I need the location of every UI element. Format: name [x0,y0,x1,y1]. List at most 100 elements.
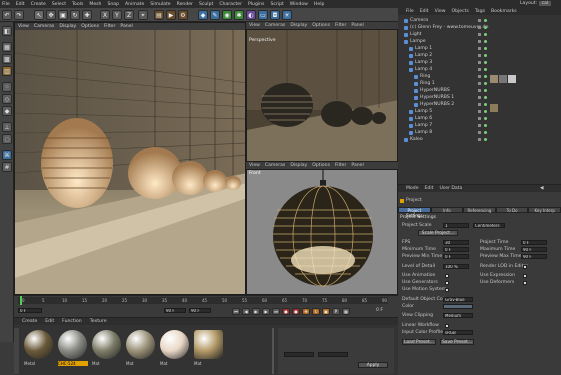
key-grid-icon[interactable]: ▦ [342,308,350,315]
front-menu-filter[interactable]: Filter [335,163,346,168]
object-row[interactable]: Light [398,31,561,38]
layout-dropdown[interactable]: cal [538,1,552,6]
material-ball[interactable] [92,330,121,359]
material-ball[interactable] [160,330,189,359]
front-menu-view[interactable]: View [249,163,260,168]
use-generators-checkbox[interactable] [445,281,449,285]
checker-tag-icon[interactable] [508,75,516,83]
menu-item-sculpt[interactable]: Sculpt [199,2,213,7]
menu-item-simulate[interactable]: Simulate [150,2,170,7]
om-tab-objects[interactable]: Objects [452,9,469,14]
visibility-toggle[interactable] [478,131,481,134]
menu-item-script[interactable]: Script [270,2,283,7]
front-menu-options[interactable]: Options [312,163,330,168]
load-preset-button[interactable]: Load Preset... [402,339,436,345]
z-axis-icon[interactable]: Z [124,10,134,20]
menu-item-render[interactable]: Render [177,2,193,7]
render-view-icon[interactable]: ▶ [166,10,176,20]
object-row[interactable]: Lamp 6 [398,115,561,122]
axis-icon[interactable]: ⊥ [2,122,12,132]
tweak-icon[interactable]: ◌ [2,134,12,144]
viewport-menu-panel[interactable]: Panel [120,24,132,29]
save-preset-button[interactable]: Save Preset... [440,339,474,345]
deformer-icon[interactable]: ◐ [246,10,256,20]
key-param-icon[interactable]: P [332,308,340,315]
om-tab-view[interactable]: View [435,9,446,14]
start-frame-field[interactable]: 0 F [18,308,42,313]
cube-icon[interactable]: ◆ [198,10,208,20]
visibility-toggle[interactable] [478,54,481,57]
use-motion-checkbox[interactable] [445,288,449,292]
enabled-check-icon[interactable] [484,75,487,78]
project-time-field[interactable]: 0 F [521,240,547,245]
min-time-field[interactable]: 0 F [443,247,469,252]
scale-icon[interactable]: ▣ [58,10,68,20]
visibility-toggle[interactable] [478,19,481,22]
object-row[interactable]: Lamp 8 [398,129,561,136]
go-to-end-icon[interactable]: ⏭ [272,308,280,315]
workplane-icon[interactable]: ▥ [2,66,12,76]
lod-field[interactable]: 100 % [443,264,469,269]
object-row[interactable]: Lampe [398,38,561,45]
perspective-menu-view[interactable]: View [249,23,260,28]
object-row[interactable]: Lamp 5 [398,108,561,115]
visibility-toggle[interactable] [478,82,481,85]
om-tab-file[interactable]: File [406,9,414,14]
menu-item-plugins[interactable]: Plugins [248,2,264,7]
om-tab-bookmarks[interactable]: Bookmarks [491,9,517,14]
enabled-check-icon[interactable] [484,54,487,57]
viewport-menu-display[interactable]: Display [59,24,76,29]
object-row[interactable]: (c) Glenn Frey - www.tomeuvre.de [398,24,561,31]
material-tag-icon[interactable] [490,75,498,83]
perspective-menu-cameras[interactable]: Cameras [265,23,285,28]
redo-icon[interactable]: ↷ [14,10,24,20]
enabled-check-icon[interactable] [484,138,487,141]
main-viewport[interactable]: View Cameras Display Options Filter Panel [14,22,246,295]
project-scale-field[interactable]: 1 [443,223,469,228]
enabled-check-icon[interactable] [484,124,487,127]
material-tab-texture[interactable]: Texture [90,319,107,324]
material-ball[interactable] [126,330,155,359]
model-mode-icon[interactable]: ▦ [2,42,12,52]
add-icon[interactable]: ✚ [82,10,92,20]
visibility-toggle[interactable] [478,103,481,106]
front-menu-display[interactable]: Display [290,163,307,168]
key-scale-icon[interactable]: ▣ [322,308,330,315]
attr-tab-user-data[interactable]: User Data [439,186,462,191]
enabled-check-icon[interactable] [484,40,487,43]
object-row[interactable]: Ring [398,73,561,80]
input-color-dropdown[interactable]: sRGB [443,330,473,335]
light-icon[interactable]: ☀ [282,10,292,20]
menu-item-help[interactable]: Help [314,2,324,7]
material-tab-edit[interactable]: Edit [45,319,54,324]
om-tab-tags[interactable]: Tags [475,9,485,14]
object-row[interactable]: Lamp 2 [398,52,561,59]
enabled-check-icon[interactable] [484,82,487,85]
visibility-toggle[interactable] [478,75,481,78]
menu-item-window[interactable]: Window [290,2,308,7]
playhead[interactable] [20,296,22,305]
move-icon[interactable]: ✥ [46,10,56,20]
use-expression-checkbox[interactable] [523,274,527,278]
attr-tab-edit[interactable]: Edit [425,186,434,191]
enabled-check-icon[interactable] [484,47,487,50]
fps-field[interactable]: 30 [443,240,469,245]
scale-project-button[interactable]: Scale Project... [418,230,458,236]
viewport-menu-cameras[interactable]: Cameras [34,24,54,29]
perspective-menu-panel[interactable]: Panel [351,23,363,28]
menu-item-snap[interactable]: Snap [107,2,119,7]
material-tab-function[interactable]: Function [62,319,82,324]
menu-item-mesh[interactable]: Mesh [89,2,101,7]
attr-subtab-info[interactable]: Info [430,207,464,213]
render-lod-checkbox[interactable] [523,265,527,269]
front-viewport[interactable]: Front [246,169,398,295]
record-icon[interactable]: ● [282,308,290,315]
preview-max-field[interactable]: 90 F [521,254,547,259]
go-to-start-icon[interactable]: ⏮ [232,308,240,315]
live-selection-icon[interactable]: ↖ [34,10,44,20]
texture-mode-icon[interactable]: ▩ [2,54,12,64]
object-row[interactable]: Camera [398,17,561,24]
enabled-check-icon[interactable] [484,68,487,71]
use-deformers-checkbox[interactable] [523,281,527,285]
enabled-check-icon[interactable] [484,110,487,113]
